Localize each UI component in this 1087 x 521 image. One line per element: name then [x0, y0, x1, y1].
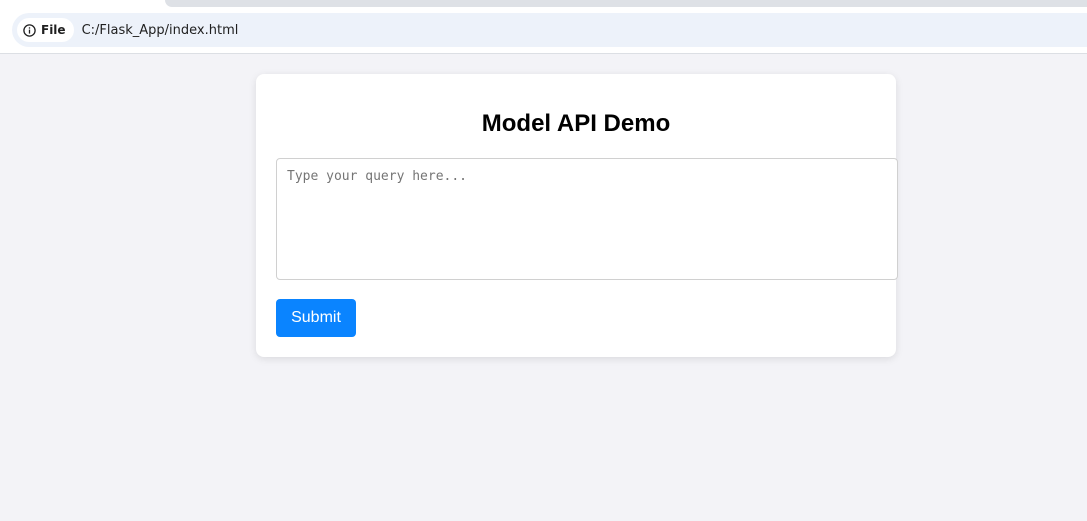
- address-bar[interactable]: File C:/Flask_App/index.html: [12, 13, 1087, 47]
- site-chip-label: File: [41, 23, 66, 37]
- info-icon: [23, 23, 36, 37]
- page-body: Model API Demo Submit: [0, 54, 1087, 521]
- browser-toolbar: File C:/Flask_App/index.html: [0, 0, 1087, 54]
- query-input[interactable]: [276, 158, 898, 280]
- submit-button[interactable]: Submit: [276, 299, 356, 337]
- page-title: Model API Demo: [481, 110, 671, 137]
- demo-card: Model API Demo Submit: [256, 74, 898, 357]
- site-info-chip[interactable]: File: [17, 18, 74, 42]
- url-text[interactable]: C:/Flask_App/index.html: [82, 23, 239, 38]
- tab-strip: [165, 0, 1087, 7]
